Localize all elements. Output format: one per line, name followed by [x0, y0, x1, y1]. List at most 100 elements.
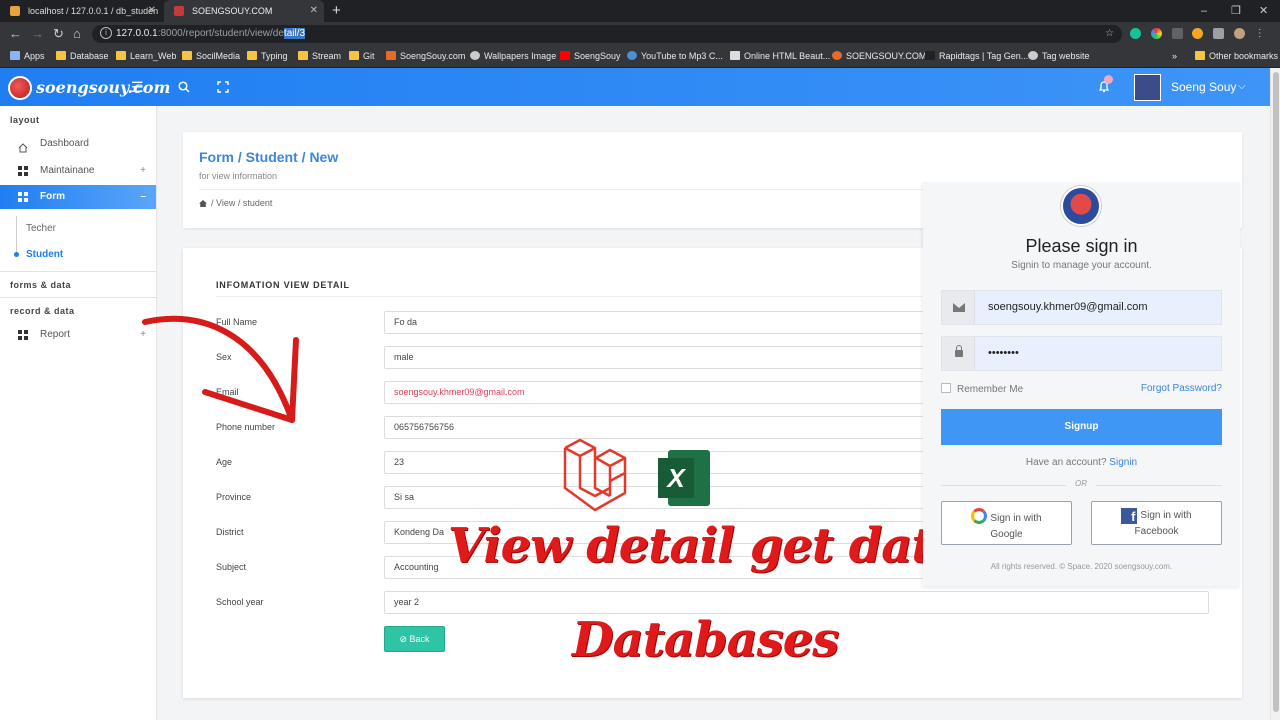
- user-avatar[interactable]: [1134, 74, 1161, 101]
- facebook-icon: f: [1121, 508, 1138, 524]
- back-button[interactable]: ⊘ Back: [384, 626, 445, 652]
- bookmark-star-icon[interactable]: ☆: [1105, 25, 1114, 43]
- scrollbar-thumb[interactable]: [1273, 72, 1279, 712]
- expand-plus-icon[interactable]: +: [140, 323, 146, 347]
- bookmark-link[interactable]: Rapidtags | Tag Gen...: [925, 46, 1028, 66]
- phpmyadmin-favicon-icon: [10, 6, 20, 16]
- collapse-minus-icon[interactable]: –: [140, 185, 146, 209]
- fullscreen-icon[interactable]: [217, 68, 229, 106]
- signin-link[interactable]: Signin: [1109, 457, 1137, 468]
- signup-button[interactable]: Signup: [941, 409, 1222, 445]
- tab-label: localhost / 127.0.0.1 / db_studen: [28, 6, 159, 16]
- remember-checkbox[interactable]: [941, 383, 951, 393]
- tab-close-icon[interactable]: ✕: [310, 0, 318, 22]
- bookmark-link[interactable]: SoengSouy.com: [386, 46, 465, 66]
- search-icon[interactable]: [178, 68, 190, 106]
- folder-icon: [298, 51, 308, 60]
- new-tab-icon[interactable]: +: [332, 0, 341, 22]
- sidebar-divider: [0, 297, 156, 298]
- extension-icon[interactable]: [1192, 27, 1204, 39]
- bookmark-apps[interactable]: Apps: [10, 46, 45, 66]
- breadcrumb-text[interactable]: / View / student: [211, 198, 272, 208]
- other-bookmarks[interactable]: Other bookmarks: [1195, 46, 1278, 66]
- lock-icon: [955, 345, 963, 357]
- bookmark-folder[interactable]: Typing: [247, 46, 288, 66]
- globe-icon: [1028, 51, 1038, 60]
- color-picker-icon[interactable]: [1150, 27, 1162, 39]
- browser-tab-bar: localhost / 127.0.0.1 / db_studen ✕ SOEN…: [0, 0, 1280, 22]
- sidebar-subitem-techer[interactable]: Techer: [26, 223, 56, 234]
- login-email-field[interactable]: soengsouy.khmer09@gmail.com: [941, 290, 1222, 325]
- bookmark-folder[interactable]: Stream: [298, 46, 341, 66]
- grammarly-icon[interactable]: [1130, 27, 1141, 39]
- login-title: Please sign in: [1025, 236, 1138, 256]
- tab-label: SOENGSOUY.COM: [192, 6, 273, 16]
- sidebar-subitem-student[interactable]: Student: [26, 249, 63, 260]
- school-year-field[interactable]: year 2: [384, 591, 1209, 614]
- grid-icon: [18, 166, 28, 176]
- youtube-icon: [560, 51, 570, 60]
- forward-arrow-icon[interactable]: →: [31, 22, 44, 46]
- login-password-value: ••••••••: [988, 347, 1019, 359]
- more-menu-icon[interactable]: ⋮: [1255, 28, 1265, 39]
- bookmark-link[interactable]: YouTube to Mp3 C...: [627, 46, 723, 66]
- facebook-signin-button[interactable]: f Sign in with Facebook: [1091, 501, 1222, 545]
- back-arrow-icon[interactable]: ←: [9, 22, 22, 46]
- extension-icon[interactable]: [1171, 27, 1183, 39]
- home-icon[interactable]: [199, 200, 207, 207]
- sidebar-item-report[interactable]: Report +: [0, 323, 156, 347]
- reload-icon[interactable]: ↻: [53, 22, 64, 46]
- bookmark-link[interactable]: Online HTML Beaut...: [730, 46, 830, 66]
- bookmark-folder[interactable]: SocilMedia: [182, 46, 240, 66]
- user-name[interactable]: Soeng Souy: [1171, 68, 1236, 106]
- tab-close-icon[interactable]: ✕: [148, 0, 156, 22]
- login-password-field[interactable]: ••••••••: [941, 336, 1222, 371]
- bookmark-link[interactable]: Wallpapers Image: [470, 46, 556, 66]
- puzzle-icon[interactable]: [1213, 27, 1225, 39]
- password-addon: [942, 337, 975, 370]
- sidebar-divider: [0, 271, 156, 272]
- site-favicon-icon: [386, 51, 396, 60]
- sidebar-item-form[interactable]: Form –: [0, 185, 156, 209]
- home-icon[interactable]: ⌂: [73, 22, 81, 46]
- remember-me[interactable]: Remember Me: [941, 383, 1023, 395]
- sidebar-section-layout: layout: [10, 115, 40, 125]
- page-scrollbar[interactable]: [1270, 68, 1280, 720]
- bookmark-link[interactable]: SoengSouy: [560, 46, 621, 66]
- google-signin-button[interactable]: Sign in with Google: [941, 501, 1072, 545]
- tab-soengsouy[interactable]: SOENGSOUY.COM ✕: [164, 0, 324, 22]
- site-info-icon[interactable]: i: [100, 27, 112, 39]
- bookmarks-overflow-icon[interactable]: »: [1172, 46, 1177, 66]
- extensions-area: ⋮: [1130, 22, 1265, 46]
- bookmark-folder[interactable]: Database: [56, 46, 109, 66]
- tab-phpmyadmin[interactable]: localhost / 127.0.0.1 / db_studen ✕: [0, 0, 162, 22]
- expand-plus-icon[interactable]: +: [140, 159, 146, 183]
- maximize-icon[interactable]: ❐: [1231, 0, 1241, 22]
- bookmark-folder[interactable]: Learn_Web: [116, 46, 176, 66]
- minimize-icon[interactable]: –: [1201, 0, 1207, 22]
- sidebar: layout Dashboard Maintainane + Form – Te…: [0, 106, 157, 720]
- profile-avatar[interactable]: [1233, 27, 1245, 39]
- brand-logo-icon: [8, 76, 32, 100]
- bookmark-link[interactable]: SOENGSOUY.COM: [832, 46, 926, 66]
- chevron-down-icon[interactable]: ⌵: [1238, 68, 1246, 106]
- folder-icon: [1195, 51, 1205, 60]
- bookmark-folder[interactable]: Git: [349, 46, 375, 66]
- sidebar-item-dashboard[interactable]: Dashboard: [0, 132, 156, 156]
- globe-icon: [470, 51, 480, 60]
- address-bar[interactable]: i 127.0.0.1:8000/report/student/view/det…: [92, 25, 1122, 43]
- excel-logo-icon: X: [658, 450, 710, 506]
- login-panel: Please sign in Signin to manage your acc…: [923, 182, 1240, 586]
- url-text[interactable]: 127.0.0.1:8000/report/student/view/detai…: [116, 25, 306, 43]
- excel-x-icon: X: [658, 458, 694, 498]
- sidebar-item-maintainane[interactable]: Maintainane +: [0, 159, 156, 183]
- site-favicon-icon: [832, 51, 842, 60]
- submenu-line: [16, 216, 17, 256]
- or-label: OR: [1066, 479, 1096, 488]
- rapidtags-icon: [925, 51, 935, 60]
- bookmark-link[interactable]: Tag website: [1028, 46, 1090, 66]
- folder-icon: [349, 51, 359, 60]
- window-close-icon[interactable]: ✕: [1259, 0, 1268, 22]
- forgot-password-link[interactable]: Forgot Password?: [1141, 383, 1222, 394]
- hamburger-menu-icon[interactable]: ☰: [131, 68, 144, 106]
